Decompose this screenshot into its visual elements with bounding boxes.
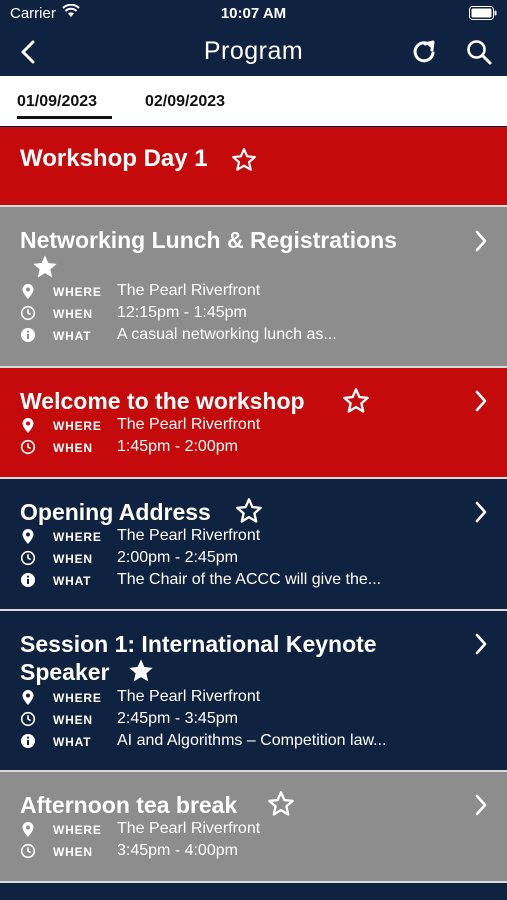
what-row: WHAT AI and Algorithms – Competition law… [20,732,490,752]
location-pin-icon [20,821,36,844]
when-value: 2:00pm - 2:45pm [117,549,238,566]
when-label: WHEN [53,441,93,455]
list-item[interactable]: Opening Address WHERE The Pearl Riverfro… [0,479,507,611]
tab-date-1[interactable]: 01/09/2023 [17,93,97,111]
when-row: WHEN 2:00pm - 2:45pm [20,549,490,569]
battery-icon [469,6,497,25]
when-row: WHEN 2:45pm - 3:45pm [20,710,490,730]
tab-date-2[interactable]: 02/09/2023 [145,93,225,111]
chevron-right-icon [474,390,488,417]
where-value: The Pearl Riverfront [117,688,261,705]
star-outline-icon[interactable] [235,497,263,530]
what-row: WHAT A casual networking lunch as... [20,326,490,346]
when-value: 12:15pm - 1:45pm [117,304,247,321]
where-label: WHERE [53,285,102,299]
chevron-right-icon [474,501,488,528]
location-pin-icon [20,689,36,712]
clock-icon [20,550,36,571]
navigation-bar: Program [0,28,507,76]
where-label: WHERE [53,419,102,433]
when-row: WHEN 12:15pm - 1:45pm [20,304,490,324]
clock: 10:07 AM [220,5,287,22]
what-row: WHAT The Chair of the ACCC will give the… [20,571,490,591]
what-label: WHAT [53,735,92,749]
chevron-right-icon [474,633,488,660]
active-tab-indicator [17,116,112,119]
clock-icon [20,711,36,732]
where-value: The Pearl Riverfront [117,820,261,837]
star-outline-icon[interactable] [231,147,257,178]
list-item[interactable]: Networking Lunch & Registrations WHERE T… [0,207,507,368]
item-title: Welcome to the workshop [20,388,305,414]
what-label: WHAT [53,329,92,343]
day-header-title: Workshop Day 1 [20,145,208,172]
item-title-line-2: Speaker [20,659,110,685]
where-row: WHERE The Pearl Riverfront [20,688,490,708]
list-item[interactable]: Session 1: International Keynote Speaker… [0,611,507,772]
where-value: The Pearl Riverfront [117,527,261,544]
search-icon[interactable] [465,38,493,71]
info-icon [20,327,36,348]
item-title: Afternoon tea break [20,792,238,818]
where-row: WHERE The Pearl Riverfront [20,282,490,302]
star-outline-icon[interactable] [267,790,295,823]
when-value: 2:45pm - 3:45pm [117,710,238,727]
list-item[interactable]: Afternoon tea break WHERE The Pearl Rive… [0,772,507,883]
where-label: WHERE [53,691,102,705]
location-pin-icon [20,417,36,440]
chevron-right-icon [474,794,488,821]
location-pin-icon [20,283,36,306]
when-row: WHEN 1:45pm - 2:00pm [20,438,490,458]
date-tabs: 01/09/2023 02/09/2023 [0,76,507,126]
when-label: WHEN [53,307,93,321]
refresh-icon[interactable] [410,38,438,71]
when-row: WHEN 3:45pm - 4:00pm [20,842,490,862]
clock-icon [20,439,36,460]
info-icon [20,733,36,754]
location-pin-icon [20,528,36,551]
day-header: Workshop Day 1 [0,127,507,207]
where-label: WHERE [53,530,102,544]
where-row: WHERE The Pearl Riverfront [20,527,490,547]
where-label: WHERE [53,823,102,837]
where-row: WHERE The Pearl Riverfront [20,820,490,840]
where-row: WHERE The Pearl Riverfront [20,416,490,436]
program-list: Workshop Day 1 Networking Lunch & Regist… [0,127,507,883]
what-label: WHAT [53,574,92,588]
where-value: The Pearl Riverfront [117,282,261,299]
chevron-right-icon [474,230,488,257]
clock-icon [20,305,36,326]
list-item[interactable]: Welcome to the workshop WHERE The Pearl … [0,368,507,479]
item-title: Networking Lunch & Registrations [20,227,397,253]
item-title: Opening Address [20,499,211,525]
what-value: The Chair of the ACCC will give the... [117,571,382,588]
what-value: A casual networking lunch as... [117,326,337,343]
status-bar: Carrier 10:07 AM [0,0,507,28]
where-value: The Pearl Riverfront [117,416,261,433]
info-icon [20,572,36,593]
when-value: 1:45pm - 2:00pm [117,438,238,455]
clock-icon [20,843,36,864]
item-title-line-1: Session 1: International Keynote [20,631,377,657]
star-filled-icon[interactable] [127,657,155,690]
when-value: 3:45pm - 4:00pm [117,842,238,859]
when-label: WHEN [53,713,93,727]
when-label: WHEN [53,552,93,566]
when-label: WHEN [53,845,93,859]
what-value: AI and Algorithms – Competition law... [117,732,387,749]
